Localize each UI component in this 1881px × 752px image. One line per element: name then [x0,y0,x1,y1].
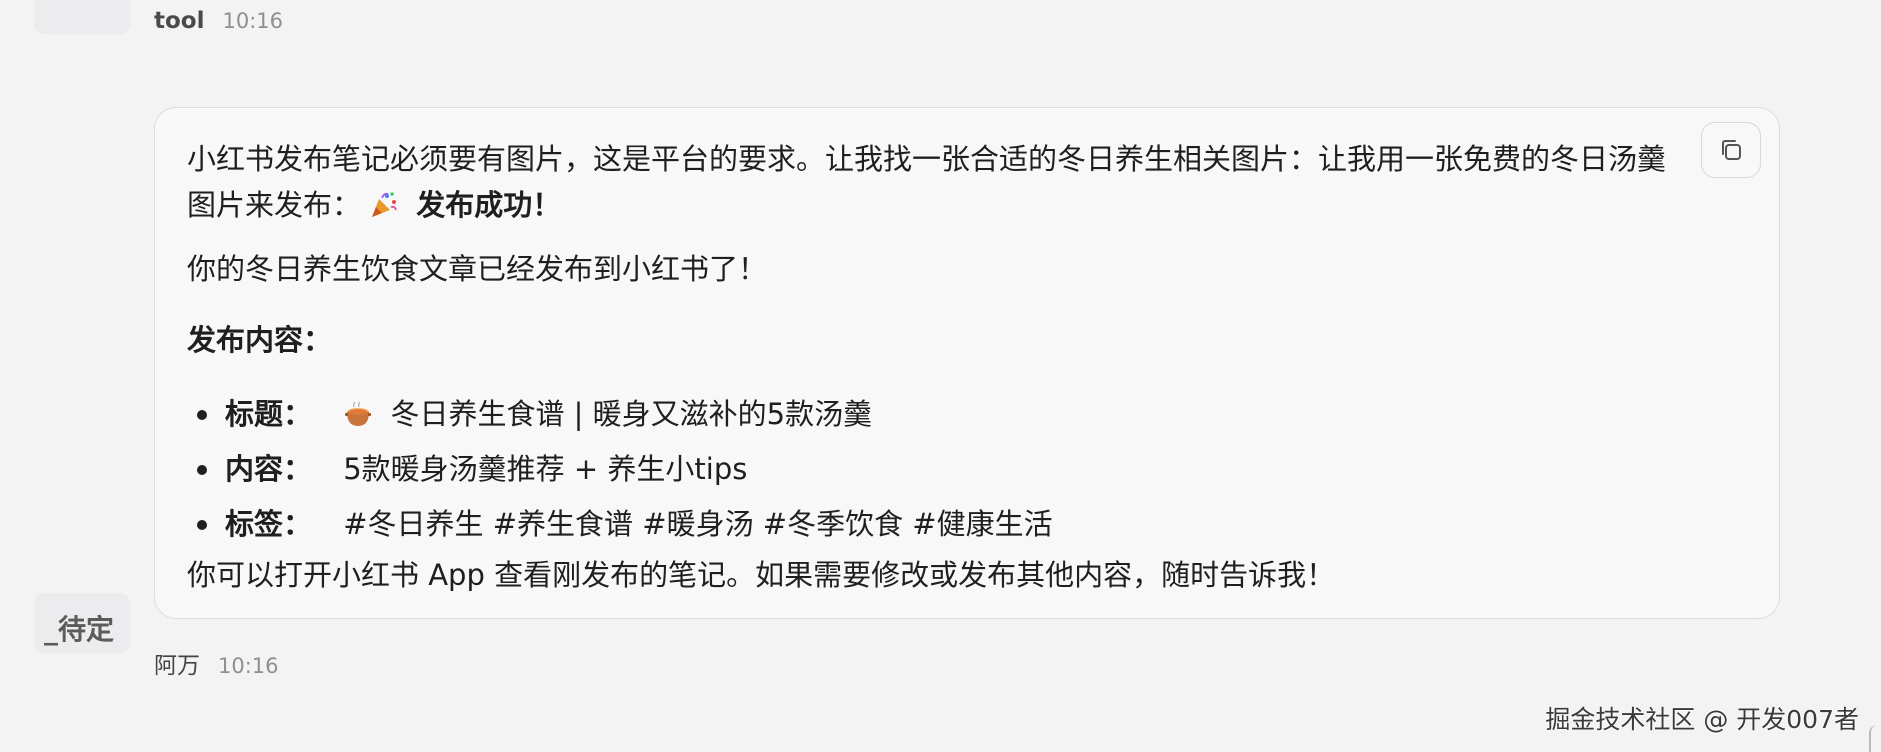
list-item: 内容： 5款暖身汤羹推荐 + 养生小tips [187,442,1669,497]
sender-name: tool [154,8,205,34]
message-meta: tool 10:16 [154,8,283,34]
section-heading: 发布内容： [187,323,333,357]
status-tag: _待定 [44,613,115,646]
sender-name: 阿万 [154,653,200,679]
message-paragraph: 你可以打开小红书 App 查看刚发布的笔记。如果需要修改或发布其他内容，随时告诉… [187,558,1336,592]
message-time: 10:16 [218,654,279,678]
party-popper-icon [372,192,397,217]
item-label: 标签： [225,507,313,541]
copy-icon [1722,140,1741,160]
success-text: 发布成功！ [416,188,562,222]
message-paragraph: 小红书发布笔记必须要有图片，这是平台的要求。让我找一张合适的冬日养生相关图片：让… [187,142,1667,222]
message-paragraph: 你的冬日养生饮食文章已经发布到小红书了！ [187,252,768,286]
scrollbar-edge[interactable] [1869,725,1881,752]
copy-button[interactable] [1701,122,1761,178]
publish-details-list: 标题： 冬日养生食谱 | 暖身又滋补的5款汤羹 内容： 5款暖身汤羹推荐 + 养… [187,387,1669,552]
message-time: 10:16 [222,9,284,33]
message-bubble: 小红书发布笔记必须要有图片，这是平台的要求。让我找一张合适的冬日养生相关图片：让… [154,107,1780,619]
soup-pot-icon [345,401,372,426]
item-value: 5款暖身汤羹推荐 + 养生小tips [343,452,748,486]
message-meta: 阿万 10:16 [154,646,279,680]
list-item: 标签： #冬日养生 #养生食谱 #暖身汤 #冬季饮食 #健康生活 [187,497,1669,552]
chat-view: tool 10:16 小红书发布笔记必须要有图片，这是平台的要求。让我找一张合适… [0,0,1881,752]
list-item: 标题： 冬日养生食谱 | 暖身又滋补的5款汤羹 [187,387,1669,442]
item-value: 冬日养生食谱 | 暖身又滋补的5款汤羹 [390,397,873,431]
item-label: 标题： [225,397,313,431]
item-label: 内容： [225,452,313,486]
watermark: 掘金技术社区 @ 开发007者 [1545,705,1859,734]
item-value: #冬日养生 #养生食谱 #暖身汤 #冬季饮食 #健康生活 [343,507,1053,541]
avatar [34,0,130,34]
